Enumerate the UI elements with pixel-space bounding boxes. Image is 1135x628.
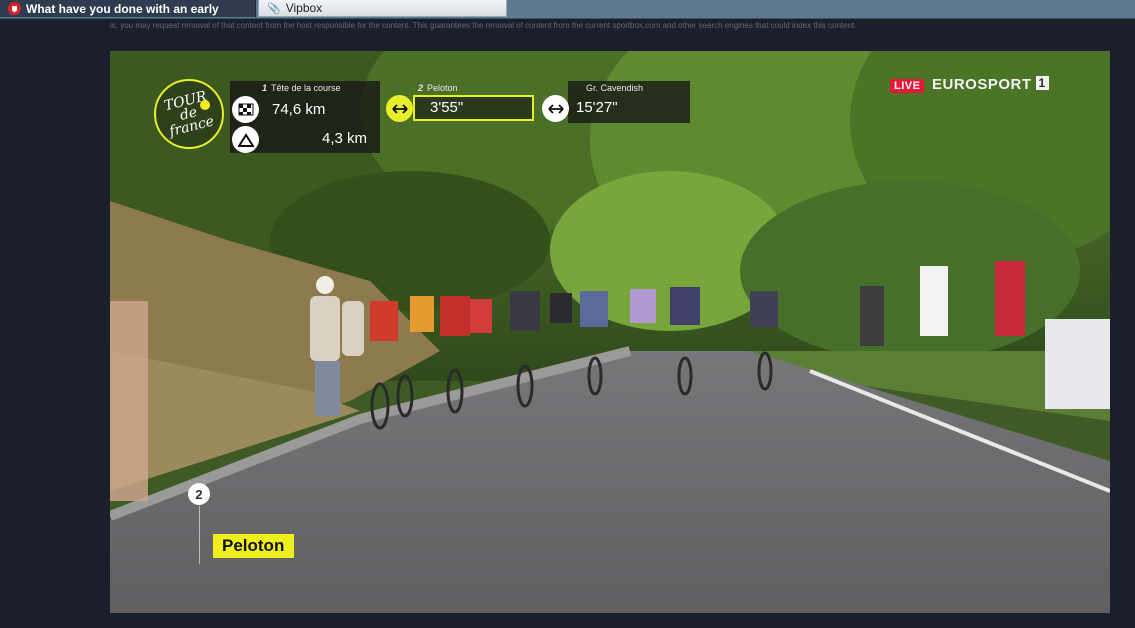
- head-label: 1 Tête de la course: [262, 83, 341, 93]
- tab-vipbox[interactable]: 📎 Vipbox: [258, 0, 507, 17]
- climb-icon: [232, 126, 259, 153]
- tour-de-france-logo: TOUR de france: [154, 79, 224, 149]
- logo-text: TOUR de france: [162, 87, 216, 140]
- gap-arrow-icon: [386, 95, 413, 122]
- tab-active[interactable]: What have you done with an early: [0, 0, 256, 17]
- shield-icon: [8, 2, 21, 15]
- channel-logo: EUROSPORT 1: [932, 76, 1049, 93]
- video-player[interactable]: TOUR de france 1 Tête de la course 74,6 k…: [110, 51, 1110, 613]
- pin-icon: 📎: [267, 2, 281, 15]
- tab-label: Vipbox: [285, 1, 323, 15]
- removal-notice: is, you may request removal of that cont…: [110, 21, 857, 30]
- tab-bar: What have you done with an early 📎 Vipbo…: [0, 0, 1135, 19]
- tab-label: What have you done with an early: [26, 1, 219, 16]
- gap-arrow-icon-2: [542, 95, 569, 122]
- caption-divider: [199, 506, 200, 564]
- climb-distance: 4,3 km: [322, 130, 368, 147]
- logo-dot: [200, 100, 210, 110]
- head-distance: 74,6 km: [272, 101, 326, 118]
- cavendish-gap: 15'27": [576, 99, 618, 116]
- group-caption: Peloton: [213, 534, 295, 558]
- finish-flag-icon: [232, 96, 259, 123]
- peloton-header: 2 Peloton: [418, 83, 458, 93]
- group-number-badge: 2: [188, 483, 210, 505]
- peloton-gap: 3'55": [430, 99, 464, 116]
- cavendish-label: Gr. Cavendish: [586, 83, 644, 93]
- live-badge: LIVE: [890, 79, 925, 93]
